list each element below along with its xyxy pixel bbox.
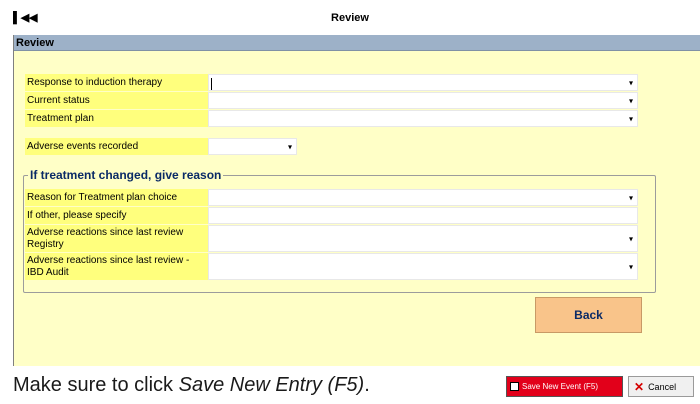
chevron-down-icon[interactable]: ▾: [629, 234, 633, 243]
chevron-down-icon[interactable]: ▾: [629, 262, 633, 271]
text-cursor: [211, 78, 212, 90]
current-status-dropdown[interactable]: ▾: [208, 92, 638, 109]
adverse-ibd-dropdown[interactable]: ▾: [208, 253, 638, 280]
save-icon: [510, 382, 519, 391]
other-specify-input[interactable]: [208, 207, 638, 224]
instruction-suffix: .: [364, 374, 370, 396]
treatment-plan-label: Treatment plan: [25, 110, 208, 127]
adverse-registry-label: Adverse reactions since last review Regi…: [25, 225, 208, 252]
section-header: Review: [14, 35, 700, 51]
current-status-label: Current status: [25, 92, 208, 109]
cancel-label: Cancel: [648, 381, 677, 392]
back-button[interactable]: Back: [535, 297, 642, 333]
chevron-down-icon[interactable]: ▾: [629, 96, 633, 105]
response-label: Response to induction therapy: [25, 74, 208, 91]
chevron-down-icon[interactable]: ▾: [629, 114, 633, 123]
reason-choice-dropdown[interactable]: ▾: [208, 189, 638, 206]
chevron-down-icon[interactable]: ▾: [288, 142, 292, 151]
other-specify-label: If other, please specify: [25, 207, 208, 224]
chevron-down-icon[interactable]: ▾: [629, 193, 633, 202]
close-icon: ✕: [634, 379, 645, 394]
adverse-registry-dropdown[interactable]: ▾: [208, 225, 638, 252]
adverse-ibd-label: Adverse reactions since last review - IB…: [25, 253, 208, 280]
instruction-prefix: Make sure to click: [13, 374, 179, 396]
group-title: If treatment changed, give reason: [28, 168, 224, 182]
review-panel: Review Response to induction therapy ▾ C…: [13, 35, 700, 366]
save-new-event-button[interactable]: Save New Event (F5): [506, 376, 623, 397]
chevron-down-icon[interactable]: ▾: [629, 78, 633, 87]
adverse-events-dropdown[interactable]: ▾: [208, 138, 297, 155]
save-label: Save New Event (F5): [522, 382, 599, 391]
reason-choice-label: Reason for Treatment plan choice: [25, 189, 208, 206]
window-title: Review: [331, 12, 369, 24]
adverse-events-label: Adverse events recorded: [25, 138, 208, 155]
instruction-emphasis: Save New Entry (F5): [178, 374, 365, 396]
instruction-text: Make sure to click Save New Entry (F5).: [13, 374, 370, 397]
title-bar: ▌◀ ◀ Review: [0, 0, 700, 34]
response-dropdown[interactable]: ▾: [208, 74, 638, 91]
treatment-plan-dropdown[interactable]: ▾: [208, 110, 638, 127]
cancel-button[interactable]: ✕ Cancel: [628, 376, 694, 397]
